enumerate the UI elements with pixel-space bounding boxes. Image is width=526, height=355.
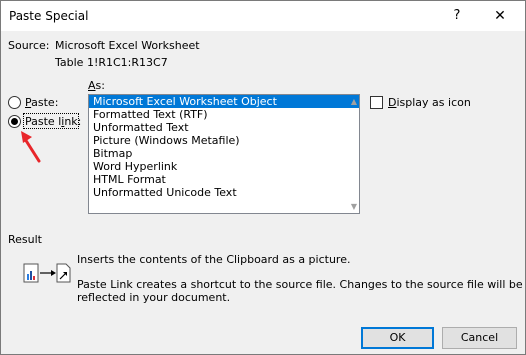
paste-link-result-icon: [23, 263, 71, 283]
help-button[interactable]: ?: [445, 5, 469, 27]
format-list-item[interactable]: Formatted Text (RTF): [89, 108, 359, 121]
format-list-item[interactable]: Unformatted Text: [89, 121, 359, 134]
format-listbox[interactable]: Microsoft Excel Worksheet Object Formatte…: [88, 94, 360, 214]
source-label: Source:: [8, 39, 50, 52]
paste-link-radio[interactable]: [8, 115, 21, 128]
format-list-item[interactable]: HTML Format: [89, 173, 359, 186]
scroll-down-icon[interactable]: ▼: [351, 202, 357, 211]
result-line-2: Paste Link creates a shortcut to the sou…: [77, 278, 523, 291]
format-list-item[interactable]: Bitmap: [89, 147, 359, 160]
paste-label[interactable]: Paste:: [25, 96, 58, 109]
close-button[interactable]: ✕: [485, 5, 515, 27]
cancel-button[interactable]: Cancel: [442, 327, 517, 349]
result-label: Result: [8, 233, 42, 246]
source-range: Table 1!R1C1:R13C7: [55, 56, 168, 69]
dialog-title: Paste Special: [9, 9, 89, 23]
source-value: Microsoft Excel Worksheet: [55, 39, 200, 52]
result-line-3: reflected in your document.: [77, 291, 231, 304]
as-label: As:: [88, 79, 105, 92]
ok-button[interactable]: OK: [361, 327, 434, 349]
format-list-item[interactable]: Picture (Windows Metafile): [89, 134, 359, 147]
display-as-icon-checkbox[interactable]: [370, 96, 383, 109]
scroll-up-icon[interactable]: ▲: [351, 97, 357, 106]
result-line-1: Inserts the contents of the Clipboard as…: [77, 253, 351, 266]
title-bar: Paste Special ? ✕: [1, 1, 525, 31]
annotation-arrow-icon: [21, 131, 41, 163]
display-as-icon-label[interactable]: Display as icon: [388, 96, 471, 109]
paste-radio[interactable]: [8, 96, 21, 109]
format-list-item[interactable]: Microsoft Excel Worksheet Object: [89, 95, 359, 108]
format-list-item[interactable]: Word Hyperlink: [89, 160, 359, 173]
format-list: Microsoft Excel Worksheet Object Formatte…: [89, 95, 359, 199]
radio-selected-dot: [11, 118, 18, 125]
format-list-item[interactable]: Unformatted Unicode Text: [89, 186, 359, 199]
paste-special-dialog: Paste Special ? ✕ Source: Microsoft Exce…: [0, 0, 526, 355]
paste-link-label[interactable]: Paste link:: [25, 115, 81, 128]
